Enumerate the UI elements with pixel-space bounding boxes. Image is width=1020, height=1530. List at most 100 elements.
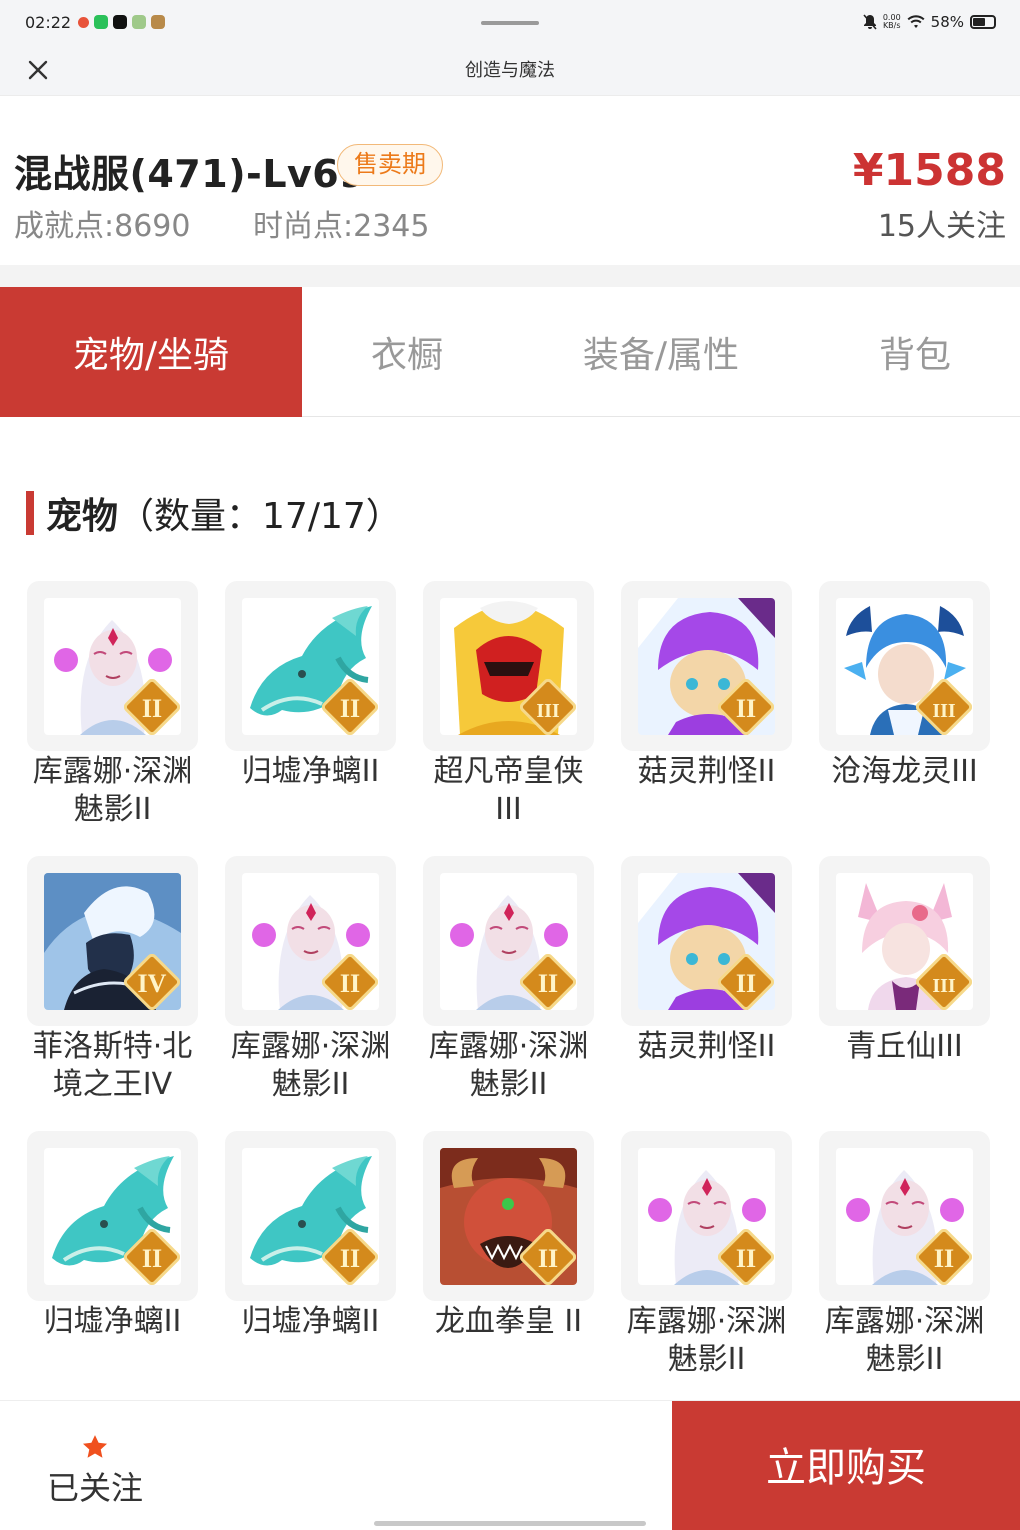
pet-name: 库露娜·深渊魅影II <box>824 1304 985 1377</box>
svg-text:II: II <box>934 1244 954 1273</box>
buy-now-button[interactable]: 立即购买 <box>672 1401 1020 1530</box>
tab-bar: 宠物/坐骑 衣橱 装备/属性 背包 <box>0 287 1020 417</box>
pet-thumbnail[interactable]: II <box>225 581 396 751</box>
svg-text:II: II <box>142 1244 162 1273</box>
wifi-icon <box>907 15 925 28</box>
svg-text:II: II <box>736 1244 756 1273</box>
achievement-value: 8690 <box>114 209 191 244</box>
pet-card[interactable]: III 沧海龙灵III <box>819 581 990 856</box>
pet-thumbnail[interactable]: II <box>27 581 198 751</box>
rank-badge-icon: IV <box>123 953 181 1011</box>
pet-grid: II 库露娜·深渊魅影II II 归墟净螭II III 超凡帝皇侠III II 菇灵荆怪II I… <box>27 581 995 1406</box>
window-handle[interactable] <box>481 21 539 25</box>
pet-thumbnail[interactable]: II <box>621 581 792 751</box>
pet-name: 库露娜·深渊魅影II <box>428 1029 589 1102</box>
pet-card[interactable]: II 归墟净螭II <box>225 1131 396 1406</box>
svg-text:III: III <box>536 700 560 722</box>
rank-badge-icon: II <box>321 678 379 736</box>
bottom-action-bar: 已关注 立即购买 <box>0 1400 1020 1530</box>
achievement-points: 成就点:8690 <box>14 201 190 245</box>
svg-text:II: II <box>538 1244 558 1273</box>
pet-name: 超凡帝皇侠III <box>433 754 584 827</box>
pet-card[interactable]: II 归墟净螭II <box>27 1131 198 1406</box>
star-icon <box>82 1435 108 1458</box>
app-icon <box>78 17 89 28</box>
pet-card[interactable]: II 库露娜·深渊魅影II <box>27 581 198 856</box>
section-count: （数量：17/17） <box>118 496 402 537</box>
pet-card[interactable]: IV 菲洛斯特·北境之王IV <box>27 856 198 1131</box>
achievement-label: 成就点: <box>14 209 115 244</box>
svg-text:II: II <box>736 694 756 723</box>
rank-badge-icon: II <box>123 678 181 736</box>
pet-name: 菇灵荆怪II <box>637 1029 776 1064</box>
pet-thumbnail[interactable]: III <box>819 581 990 751</box>
pet-thumbnail[interactable]: II <box>225 856 396 1026</box>
tab-wardrobe[interactable]: 衣橱 <box>302 287 512 417</box>
pet-thumbnail[interactable]: III <box>819 856 990 1026</box>
pet-name: 库露娜·深渊魅影II <box>32 754 193 827</box>
pet-name: 菲洛斯特·北境之王IV <box>32 1029 193 1102</box>
notification-icons <box>78 15 165 29</box>
rank-badge-icon: III <box>915 678 973 736</box>
pet-card[interactable]: II 菇灵荆怪II <box>621 581 792 856</box>
svg-text:II: II <box>340 694 360 723</box>
bell-off-icon <box>863 14 877 30</box>
net-speed-unit: KB/s <box>882 21 901 30</box>
rank-badge-icon: II <box>717 678 775 736</box>
pet-name: 龙血拳皇 II <box>434 1304 583 1339</box>
svg-text:II: II <box>736 969 756 998</box>
account-header: 混战服(471)-Lv69 售卖期 成就点:8690 时尚点:2345 ¥158… <box>0 97 1020 265</box>
pet-card[interactable]: III 青丘仙III <box>819 856 990 1131</box>
pet-thumbnail[interactable]: II <box>621 856 792 1026</box>
pet-thumbnail[interactable]: II <box>423 1131 594 1301</box>
battery-level: 58% <box>930 13 964 31</box>
svg-text:II: II <box>538 969 558 998</box>
pet-card[interactable]: II 库露娜·深渊魅影II <box>819 1131 990 1406</box>
home-indicator[interactable] <box>374 1521 646 1526</box>
pet-card[interactable]: II 库露娜·深渊魅影II <box>225 856 396 1131</box>
rank-badge-icon: III <box>519 678 577 736</box>
section-name: 宠物 <box>46 496 119 537</box>
pet-thumbnail[interactable]: IV <box>27 856 198 1026</box>
svg-text:III: III <box>932 975 956 997</box>
tab-backpack[interactable]: 背包 <box>810 287 1020 417</box>
rank-badge-icon: II <box>717 953 775 1011</box>
pet-thumbnail[interactable]: II <box>27 1131 198 1301</box>
pet-thumbnail[interactable]: II <box>819 1131 990 1301</box>
status-badge: 售卖期 <box>337 144 443 186</box>
pet-thumbnail[interactable]: III <box>423 581 594 751</box>
pet-card[interactable]: II 库露娜·深渊魅影II <box>621 1131 792 1406</box>
pet-card[interactable]: II 菇灵荆怪II <box>621 856 792 1131</box>
pet-name: 归墟净螭II <box>43 1304 182 1339</box>
tab-pets-mounts[interactable]: 宠物/坐骑 <box>0 287 302 417</box>
pet-name: 菇灵荆怪II <box>637 754 776 789</box>
pet-card[interactable]: II 归墟净螭II <box>225 581 396 856</box>
fashion-value: 2345 <box>353 209 430 244</box>
pet-card[interactable]: II 龙血拳皇 II <box>423 1131 594 1406</box>
status-bar: 02:22 0.00 KB/s 58% <box>0 0 1020 46</box>
game-icon <box>151 15 165 29</box>
pet-name: 青丘仙III <box>846 1029 963 1064</box>
rank-badge-icon: III <box>915 953 973 1011</box>
pet-thumbnail[interactable]: II <box>621 1131 792 1301</box>
pet-name: 沧海龙灵III <box>831 754 978 789</box>
network-speed: 0.00 KB/s <box>883 14 901 30</box>
pet-card[interactable]: II 库露娜·深渊魅影II <box>423 856 594 1131</box>
divider <box>0 265 1020 287</box>
svg-text:IV: IV <box>138 969 167 998</box>
tab-equipment[interactable]: 装备/属性 <box>512 287 810 417</box>
rank-badge-icon: II <box>123 1228 181 1286</box>
pet-name: 归墟净螭II <box>241 754 380 789</box>
rank-badge-icon: II <box>717 1228 775 1286</box>
section-accent-bar <box>26 491 34 535</box>
pet-card[interactable]: III 超凡帝皇侠III <box>423 581 594 856</box>
follow-label: 已关注 <box>46 1469 143 1507</box>
app-icon <box>132 15 146 29</box>
follow-button[interactable]: 已关注 <box>40 1433 150 1507</box>
pet-thumbnail[interactable]: II <box>423 856 594 1026</box>
svg-text:III: III <box>932 700 956 722</box>
battery-icon <box>970 15 996 29</box>
followers-count: 15人关注 <box>877 209 1006 244</box>
pet-thumbnail[interactable]: II <box>225 1131 396 1301</box>
section-header: 宠物 （数量：17/17） <box>26 490 402 537</box>
